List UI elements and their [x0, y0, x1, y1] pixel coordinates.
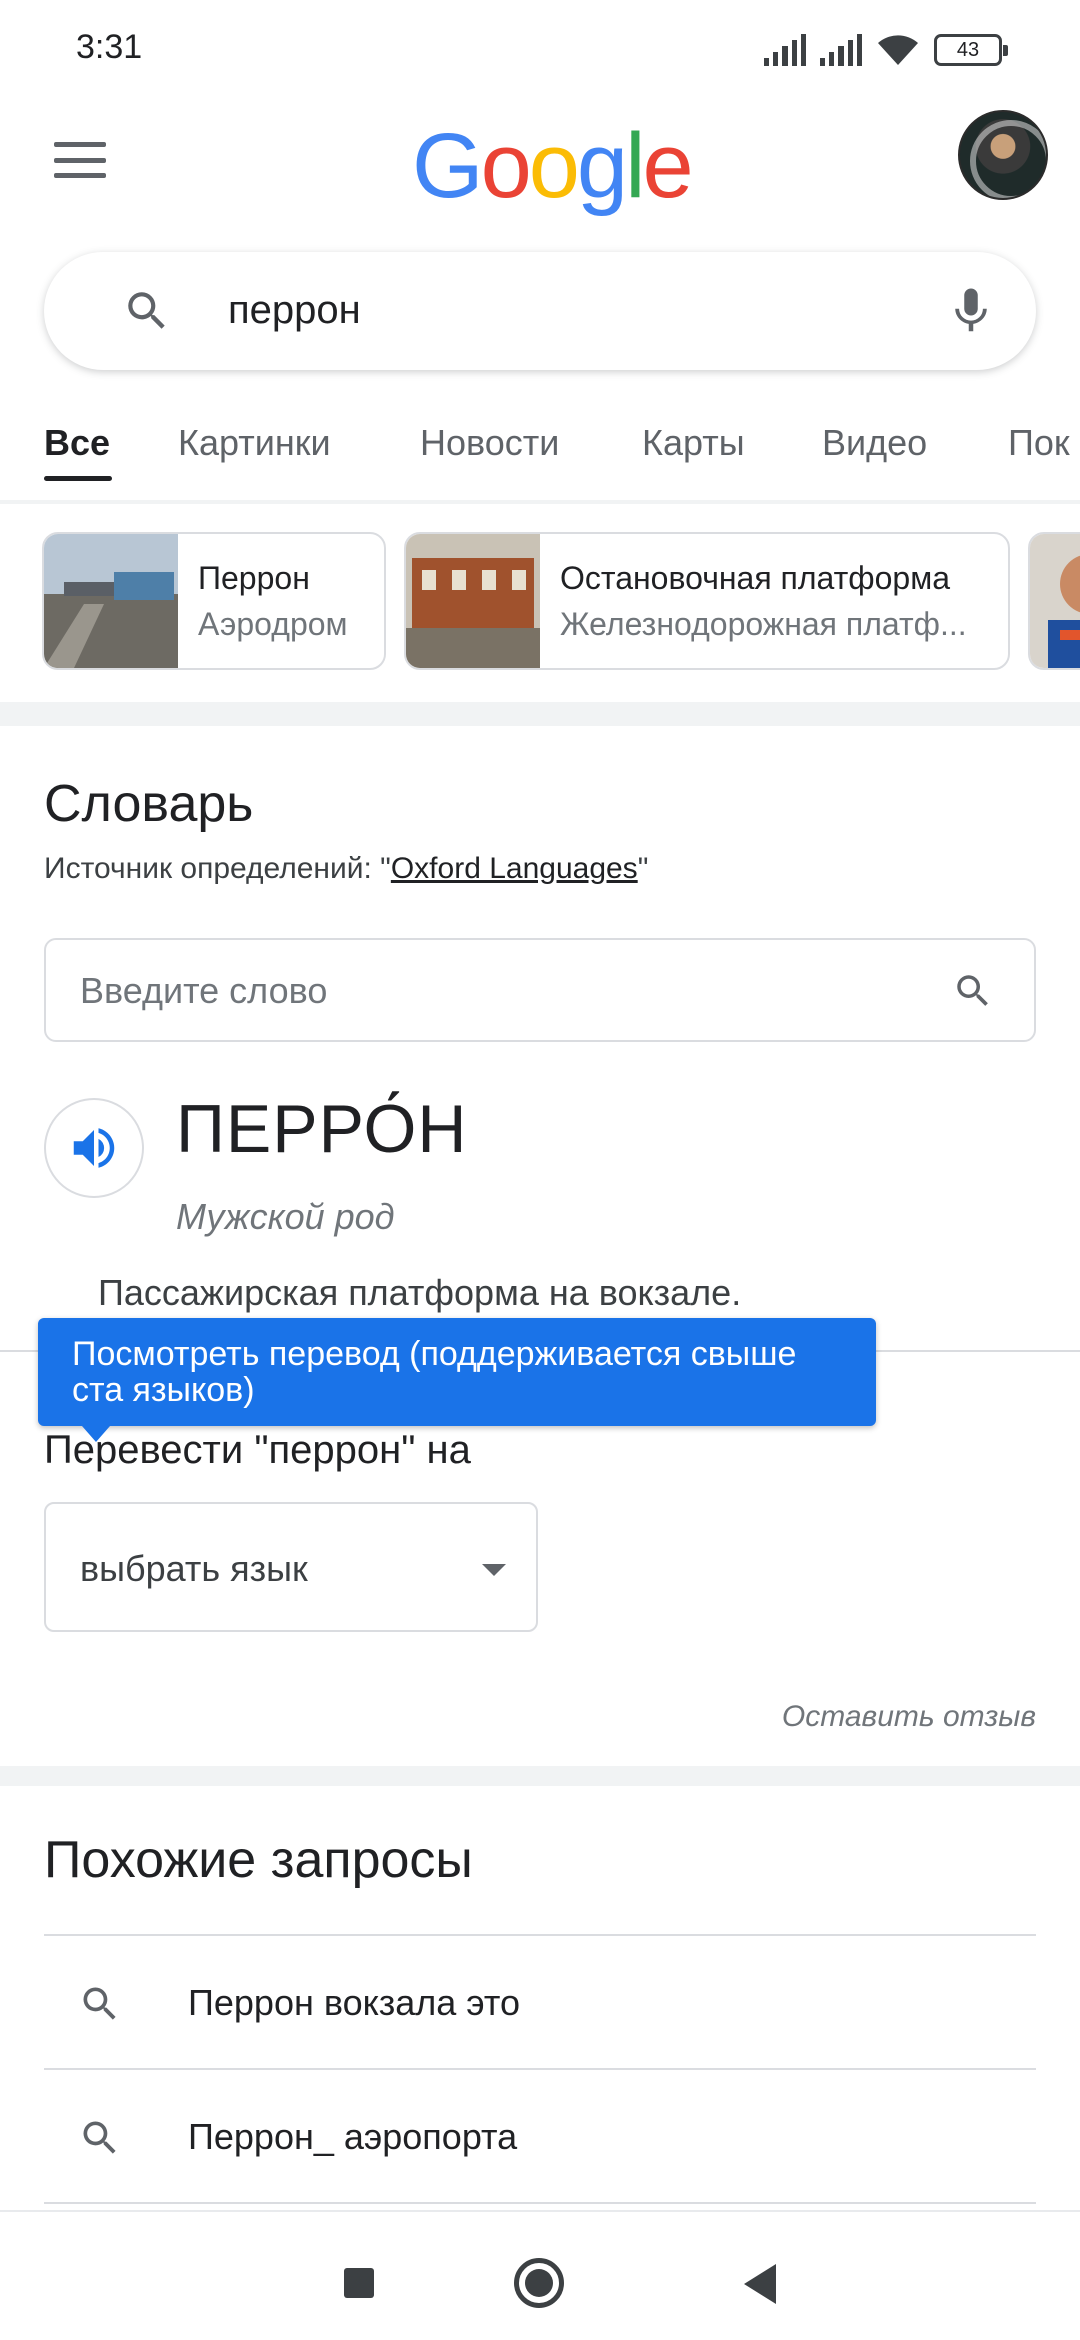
speaker-icon	[73, 1128, 115, 1168]
cell-signal-icon-2	[820, 34, 863, 66]
section-separator	[0, 702, 1080, 726]
back-icon[interactable]	[744, 2264, 776, 2304]
divider	[44, 2202, 1036, 2204]
divider	[44, 2068, 1036, 2070]
dictionary-title: Словарь	[44, 775, 254, 833]
cell-signal-icon	[764, 34, 807, 66]
wifi-icon	[878, 35, 918, 65]
battery-level: 43	[956, 38, 980, 61]
chip-subtitle: Аэродром	[198, 606, 348, 642]
feedback-link[interactable]: Оставить отзыв	[782, 1700, 1036, 1734]
system-nav-bar	[0, 2210, 1080, 2340]
chip-thumbnail	[406, 534, 540, 668]
related-search-text: Перрон вокзала это	[188, 1982, 520, 2023]
logo-letter: g	[576, 115, 628, 217]
headword: ПЕРРО́Н	[176, 1091, 468, 1167]
search-icon[interactable]	[952, 970, 994, 1012]
logo-letter: o	[528, 115, 580, 217]
status-icons: 43	[764, 30, 1008, 70]
google-logo[interactable]: Google	[412, 114, 694, 219]
dictionary-source: Источник определений: "Oxford Languages"	[44, 852, 648, 886]
definition: Пассажирская платформа на вокзале.	[98, 1272, 742, 1313]
search-icon	[83, 2121, 116, 2154]
dictionary-input-placeholder: Введите слово	[80, 970, 328, 1011]
logo-letter: G	[412, 115, 484, 217]
logo-letter: o	[480, 115, 532, 217]
chip-subtitle: Железнодорожная платф...	[560, 606, 967, 642]
dictionary-search-input[interactable]: Введите слово	[44, 938, 1036, 1042]
chip-title: Перрон	[198, 560, 310, 596]
pronunciation-button[interactable]	[44, 1098, 144, 1198]
source-prefix: Источник определений: "	[44, 852, 391, 885]
tab-images[interactable]: Картинки	[178, 422, 331, 464]
related-search-item[interactable]: Перрон_ аэропорта	[44, 2072, 1036, 2202]
status-bar: 3:31 43	[0, 0, 1080, 90]
translate-label: Перевести "перрон" на	[44, 1428, 471, 1472]
dropdown-caret-icon	[482, 1564, 506, 1576]
entity-chip[interactable]	[1028, 532, 1080, 670]
home-icon[interactable]	[514, 2258, 564, 2308]
tabs-divider	[0, 500, 1080, 504]
entity-chip[interactable]: Перрон Аэродром	[42, 532, 386, 670]
related-search-item[interactable]: Перрон вокзала это	[44, 1938, 1036, 2068]
translate-tooltip[interactable]: Посмотреть перевод (поддерживается свыше…	[38, 1318, 876, 1442]
entity-chips: Перрон Аэродром Остановочная платформа Ж…	[0, 532, 1080, 672]
active-tab-indicator	[44, 476, 112, 481]
tab-video[interactable]: Видео	[822, 422, 927, 464]
related-searches-title: Похожие запросы	[44, 1831, 473, 1889]
tab-more[interactable]: Пок	[1008, 422, 1070, 464]
logo-letter: e	[642, 115, 694, 217]
chip-thumbnail	[1030, 534, 1080, 668]
chip-thumbnail	[44, 534, 178, 668]
tab-all[interactable]: Все	[44, 422, 110, 464]
language-select[interactable]: выбрать язык	[44, 1502, 538, 1632]
search-box[interactable]: перрон	[44, 252, 1036, 370]
entity-chip[interactable]: Остановочная платформа Железнодорожная п…	[404, 532, 1010, 670]
search-query[interactable]: перрон	[228, 288, 361, 333]
microphone-icon[interactable]	[944, 282, 998, 340]
search-tabs: Все Картинки Новости Карты Видео Пок	[0, 400, 1080, 500]
source-suffix: "	[637, 852, 649, 885]
status-time: 3:31	[76, 28, 143, 66]
chip-title: Остановочная платформа	[560, 560, 951, 596]
oxford-languages-link[interactable]: Oxford Languages	[391, 852, 638, 885]
avatar[interactable]	[958, 110, 1048, 200]
tab-maps[interactable]: Карты	[642, 422, 745, 464]
battery-icon: 43	[934, 34, 1008, 66]
header: Google	[0, 100, 1080, 220]
tab-news[interactable]: Новости	[420, 422, 559, 464]
search-icon	[83, 1987, 116, 2020]
section-separator	[0, 1766, 1080, 1786]
related-search-text: Перрон_ аэропорта	[188, 2116, 518, 2157]
recents-icon[interactable]	[344, 2268, 374, 2298]
language-select-value: выбрать язык	[80, 1548, 308, 1589]
menu-icon[interactable]	[54, 142, 106, 178]
grammatical-gender: Мужской род	[176, 1196, 395, 1237]
search-icon	[128, 292, 165, 329]
divider	[44, 1934, 1036, 1936]
logo-letter: l	[625, 115, 646, 217]
